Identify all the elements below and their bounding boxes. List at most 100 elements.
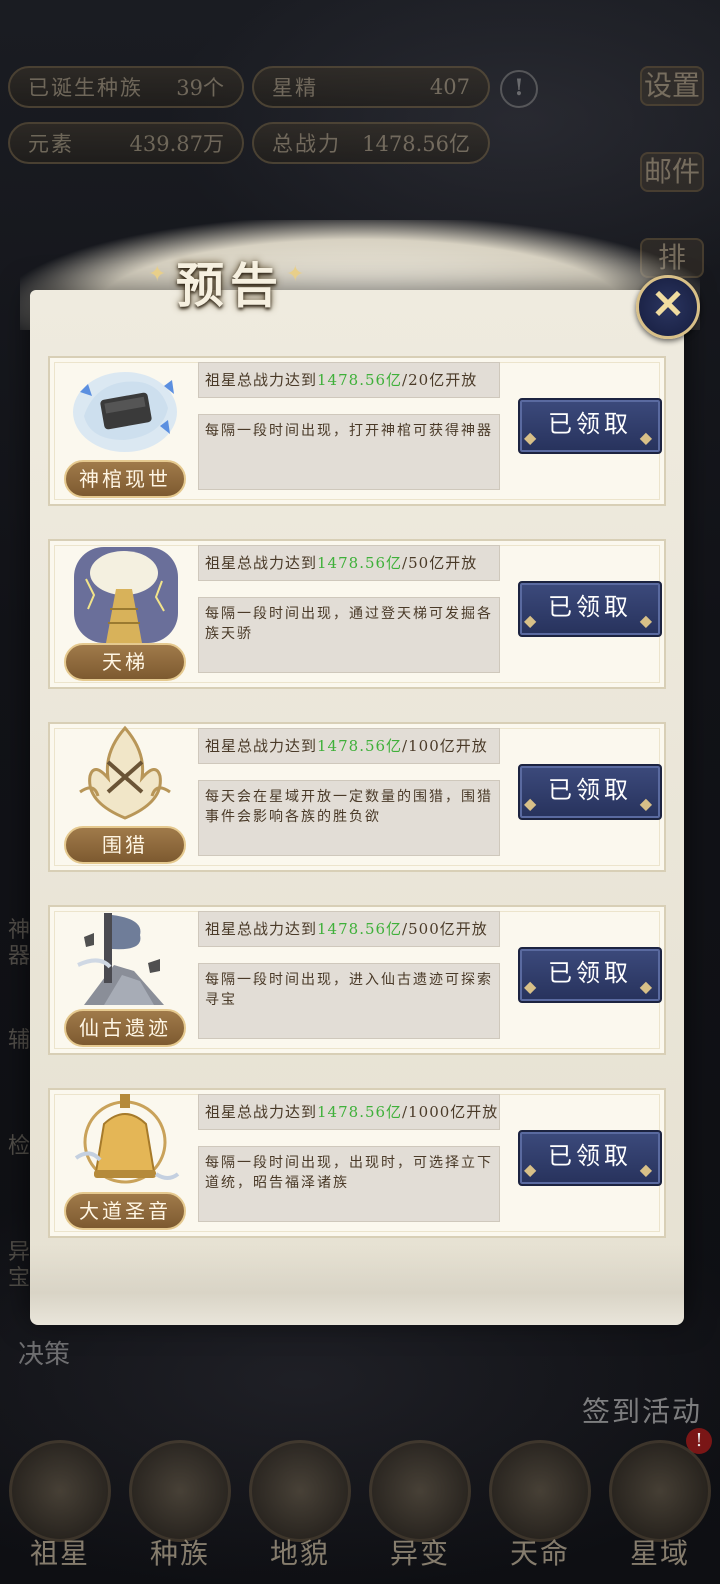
req-current: 1478.56亿 (317, 554, 403, 572)
nav-races[interactable]: 种族 (125, 1440, 235, 1584)
dialog-bottom-scroll (30, 1245, 684, 1325)
unlock-requirement: 祖星总战力达到1478.56亿/100亿开放 (198, 728, 500, 764)
req-current: 1478.56亿 (317, 920, 403, 938)
decision-button[interactable]: 决策 (18, 1340, 70, 1370)
req-suffix: /100亿开放 (402, 737, 488, 755)
claimed-label: 已领取 (548, 959, 632, 987)
nav-star-domain[interactable]: 星域 (605, 1440, 715, 1584)
diamond-ornament-icon: ◆ (524, 611, 541, 630)
item-description: 每天会在星域开放一定数量的围猎，围猎事件会影响各族的胜负欲 (198, 780, 500, 856)
item-description: 每隔一段时间出现，通过登天梯可发掘各族天骄 (198, 597, 500, 673)
item-name: 天梯 (64, 643, 186, 681)
nav-mutation[interactable]: 异变 (365, 1440, 475, 1584)
nav-icon (489, 1440, 591, 1542)
star-essence-label: 星精 (272, 76, 318, 100)
diamond-ornament-icon: ◆ (639, 611, 656, 630)
diamond-ornament-icon: ◆ (639, 428, 656, 447)
req-suffix: /50亿开放 (402, 554, 478, 572)
ruins-icon (64, 905, 186, 1009)
checkin-event-button[interactable]: 签到活动 (582, 1390, 702, 1430)
born-races-value: 39个 (176, 76, 224, 100)
hunt-icon (64, 722, 186, 826)
item-description: 每隔一段时间出现，打开神棺可获得神器 (198, 414, 500, 490)
settings-button[interactable]: 设置 (640, 66, 704, 106)
ladder-icon (64, 539, 186, 643)
nav-icon (129, 1440, 231, 1542)
dialog-title: 预告 (176, 258, 285, 314)
req-current: 1478.56亿 (317, 371, 403, 389)
diamond-ornament-icon: ◆ (524, 1160, 541, 1179)
list-item: 大道圣音 祖星总战力达到1478.56亿/1000亿开放 每隔一段时间出现，出现… (48, 1088, 666, 1238)
list-item: 围猎 祖星总战力达到1478.56亿/100亿开放 每天会在星域开放一定数量的围… (48, 722, 666, 872)
nav-label: 祖星 (29, 1537, 90, 1570)
star-essence-value: 407 (429, 75, 470, 99)
nav-destiny[interactable]: 天命 (485, 1440, 595, 1584)
nav-label: 星域 (629, 1537, 690, 1570)
claimed-label: 已领取 (548, 1142, 632, 1170)
unlock-requirement: 祖星总战力达到1478.56亿/20亿开放 (198, 362, 500, 398)
req-prefix: 祖星总战力达到 (205, 1103, 318, 1121)
bottom-nav: 祖星 种族 地貌 异变 天命 星域 (0, 1440, 720, 1584)
req-current: 1478.56亿 (317, 1103, 403, 1121)
diamond-ornament-icon: ◆ (639, 977, 656, 996)
req-suffix: /20亿开放 (402, 371, 478, 389)
nav-icon (369, 1440, 471, 1542)
list-item: 仙古遗迹 祖星总战力达到1478.56亿/500亿开放 每隔一段时间出现，进入仙… (48, 905, 666, 1055)
item-name: 神棺现世 (64, 460, 186, 498)
req-current: 1478.56亿 (317, 737, 403, 755)
unlock-requirement: 祖星总战力达到1478.56亿/50亿开放 (198, 545, 500, 581)
list-item: 天梯 祖星总战力达到1478.56亿/50亿开放 每隔一段时间出现，通过登天梯可… (48, 539, 666, 689)
nav-label: 异变 (389, 1537, 450, 1570)
item-name: 围猎 (64, 826, 186, 864)
claimed-label: 已领取 (548, 776, 632, 804)
claimed-label: 已领取 (548, 593, 632, 621)
born-races-label: 已诞生种族 (28, 76, 143, 100)
req-prefix: 祖星总战力达到 (205, 371, 318, 389)
req-suffix: /1000亿开放 (402, 1103, 499, 1121)
item-name: 仙古遗迹 (64, 1009, 186, 1047)
coffin-icon (64, 356, 186, 460)
total-power-value: 1478.56亿 (362, 132, 470, 156)
diamond-ornament-icon: ◆ (524, 977, 541, 996)
list-item: 神棺现世 祖星总战力达到1478.56亿/20亿开放 每隔一段时间出现，打开神棺… (48, 356, 666, 506)
bell-icon (64, 1088, 186, 1192)
element-label: 元素 (28, 132, 74, 156)
element-value: 439.87万 (129, 132, 224, 156)
title-ornament-left: ✦ (148, 262, 167, 287)
diamond-ornament-icon: ◆ (639, 1160, 656, 1179)
item-name: 大道圣音 (64, 1192, 186, 1230)
close-button[interactable]: ✕ (636, 275, 700, 339)
diamond-ornament-icon: ◆ (524, 428, 541, 447)
diamond-ornament-icon: ◆ (524, 794, 541, 813)
star-essence-bar: 星精 407 (252, 66, 490, 108)
claimed-button[interactable]: ◆ 已领取 ◆ (518, 947, 662, 1003)
title-ornament-right: ✦ (286, 262, 305, 287)
total-power-label: 总战力 (272, 132, 341, 156)
claimed-label: 已领取 (548, 410, 632, 438)
nav-label: 天命 (509, 1537, 570, 1570)
nav-ancestor-star[interactable]: 祖星 (5, 1440, 115, 1584)
claimed-button[interactable]: ◆ 已领取 ◆ (518, 581, 662, 637)
claimed-button[interactable]: ◆ 已领取 ◆ (518, 398, 662, 454)
preview-list: 神棺现世 祖星总战力达到1478.56亿/20亿开放 每隔一段时间出现，打开神棺… (48, 356, 666, 1271)
req-prefix: 祖星总战力达到 (205, 554, 318, 572)
total-power-bar: 总战力 1478.56亿 (252, 122, 490, 164)
claimed-button[interactable]: ◆ 已领取 ◆ (518, 764, 662, 820)
nav-label: 地貌 (269, 1537, 330, 1570)
req-prefix: 祖星总战力达到 (205, 920, 318, 938)
mail-button[interactable]: 邮件 (640, 152, 704, 192)
item-description: 每隔一段时间出现，进入仙古遗迹可探索寻宝 (198, 963, 500, 1039)
claimed-button[interactable]: ◆ 已领取 ◆ (518, 1130, 662, 1186)
nav-terrain[interactable]: 地貌 (245, 1440, 355, 1584)
nav-icon (249, 1440, 351, 1542)
item-description: 每隔一段时间出现，出现时，可选择立下道统，昭告福泽诸族 (198, 1146, 500, 1222)
nav-label: 种族 (149, 1537, 210, 1570)
nav-icon (9, 1440, 111, 1542)
nav-icon (609, 1440, 711, 1542)
diamond-ornament-icon: ◆ (639, 794, 656, 813)
born-races-bar: 已诞生种族 39个 (8, 66, 244, 108)
element-bar: 元素 439.87万 (8, 122, 244, 164)
req-prefix: 祖星总战力达到 (205, 737, 318, 755)
alert-icon[interactable]: ! (500, 70, 538, 108)
unlock-requirement: 祖星总战力达到1478.56亿/1000亿开放 (198, 1094, 500, 1130)
